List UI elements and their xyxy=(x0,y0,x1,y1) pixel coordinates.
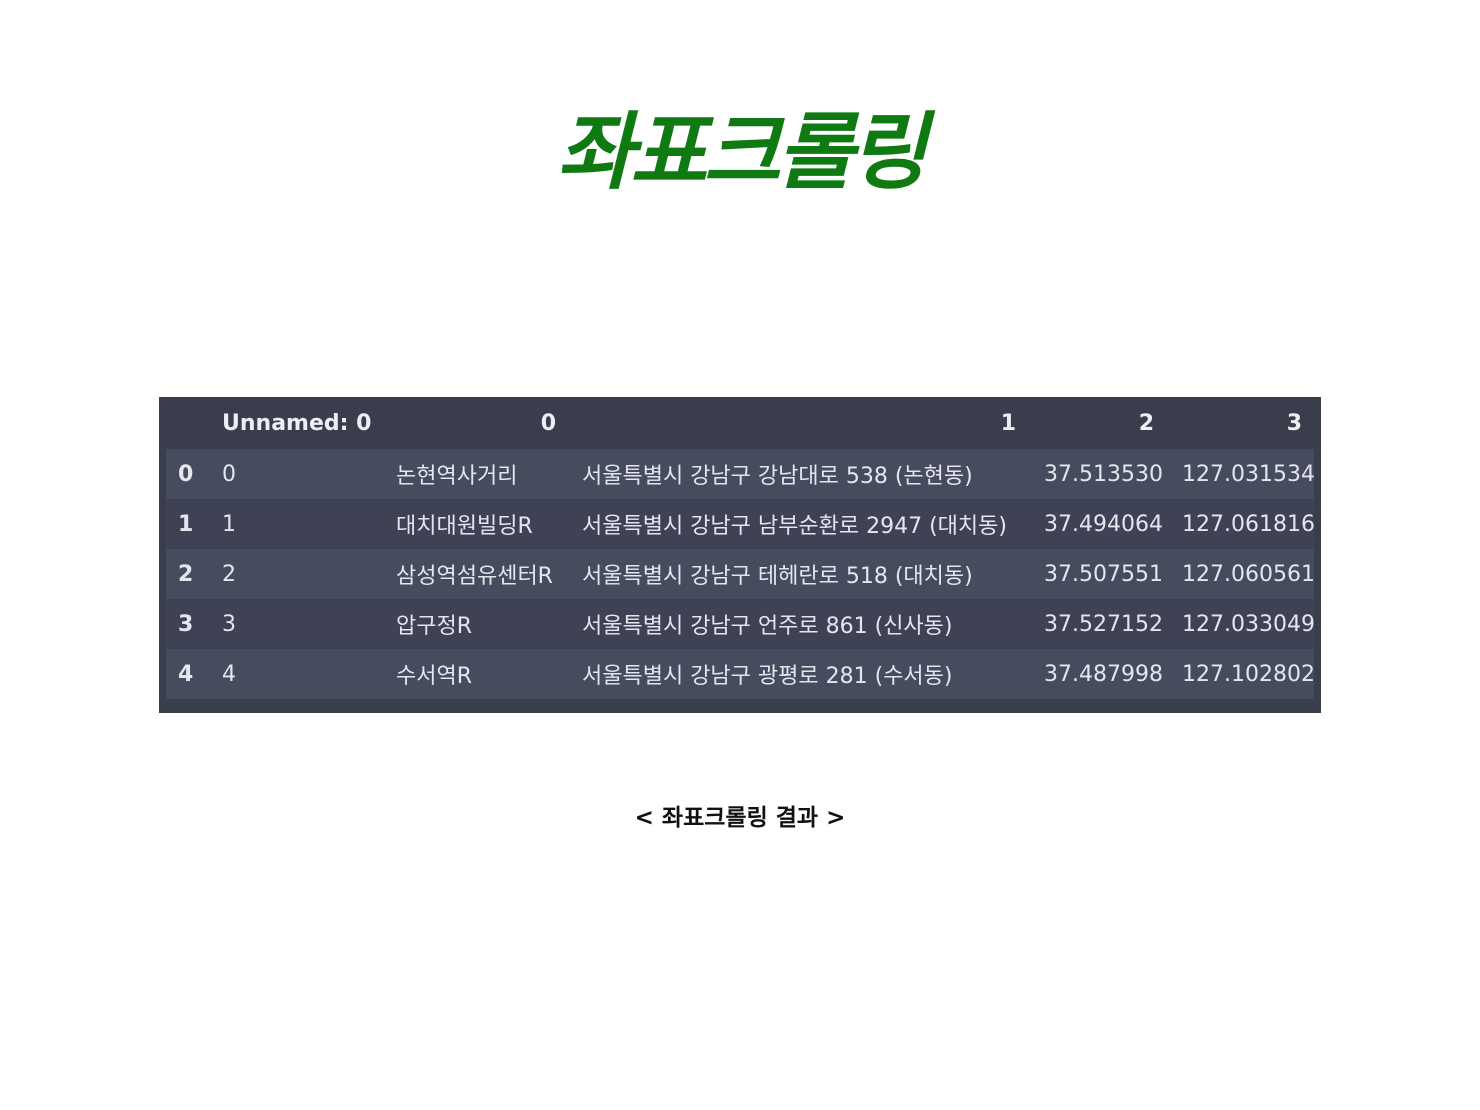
cell-station-name: 논현역사거리 xyxy=(396,464,518,489)
header-row: Unnamed: 0 0 1 2 3 xyxy=(166,397,1314,449)
cell-longitude: 127.031534 xyxy=(1182,461,1314,487)
cell-latitude: 37.494064 xyxy=(1044,511,1163,537)
cell-latitude: 37.487998 xyxy=(1044,661,1163,687)
cell-latitude: 37.513530 xyxy=(1044,461,1163,487)
header-unnamed-0: Unnamed: 0 xyxy=(222,410,372,436)
header-col-2: 2 xyxy=(1138,410,1154,436)
row-index: 3 xyxy=(178,611,194,637)
row-index: 4 xyxy=(178,661,194,687)
cell-address: 서울특별시 강남구 언주로 861 (신사동) xyxy=(582,614,953,639)
table-row: 4 4 수서역R 서울특별시 강남구 광평로 281 (수서동) 37.4879… xyxy=(166,649,1314,699)
cell-longitude: 127.061816 xyxy=(1182,511,1314,537)
row-index: 0 xyxy=(178,461,194,487)
table-row: 0 0 논현역사거리 서울특별시 강남구 강남대로 538 (논현동) 37.5… xyxy=(166,449,1314,499)
cell-address: 서울특별시 강남구 광평로 281 (수서동) xyxy=(582,664,953,689)
page-title: 좌표크롤링 xyxy=(556,102,927,201)
dataframe-table-container: Unnamed: 0 0 1 2 3 0 0 논현역사거리 서울특별시 강남구 … xyxy=(159,397,1321,713)
cell-station-name: 삼성역섬유센터R xyxy=(396,564,553,589)
cell-longitude: 127.033049 xyxy=(1182,611,1314,637)
cell-unnamed: 3 xyxy=(222,611,236,637)
header-col-1: 1 xyxy=(1000,410,1016,436)
cell-longitude: 127.060561 xyxy=(1182,561,1314,587)
cell-longitude: 127.102802 xyxy=(1182,661,1314,687)
cell-address: 서울특별시 강남구 테헤란로 518 (대치동) xyxy=(582,564,973,589)
table-row: 1 1 대치대원빌딩R 서울특별시 강남구 남부순환로 2947 (대치동) 3… xyxy=(166,499,1314,549)
table-header: Unnamed: 0 0 1 2 3 xyxy=(166,397,1314,449)
table-body: 0 0 논현역사거리 서울특별시 강남구 강남대로 538 (논현동) 37.5… xyxy=(166,449,1314,699)
header-col-0: 0 xyxy=(540,410,556,436)
cell-latitude: 37.527152 xyxy=(1044,611,1163,637)
cell-latitude: 37.507551 xyxy=(1044,561,1163,587)
cell-station-name: 압구정R xyxy=(396,614,473,639)
cell-unnamed: 2 xyxy=(222,561,236,587)
cell-unnamed: 1 xyxy=(222,511,236,537)
header-col-3: 3 xyxy=(1286,410,1302,436)
cell-address: 서울특별시 강남구 남부순환로 2947 (대치동) xyxy=(582,514,1007,539)
row-index: 2 xyxy=(178,561,194,587)
figure-caption: < 좌표크롤링 결과 > xyxy=(634,805,846,831)
cell-address: 서울특별시 강남구 강남대로 538 (논현동) xyxy=(582,464,973,489)
cell-unnamed: 4 xyxy=(222,661,236,687)
table-row: 2 2 삼성역섬유센터R 서울특별시 강남구 테헤란로 518 (대치동) 37… xyxy=(166,549,1314,599)
header-index-corner xyxy=(166,397,208,449)
cell-station-name: 수서역R xyxy=(396,664,473,689)
cell-unnamed: 0 xyxy=(222,461,236,487)
table-row: 3 3 압구정R 서울특별시 강남구 언주로 861 (신사동) 37.5271… xyxy=(166,599,1314,649)
cell-station-name: 대치대원빌딩R xyxy=(396,514,533,539)
dataframe-table: Unnamed: 0 0 1 2 3 0 0 논현역사거리 서울특별시 강남구 … xyxy=(166,397,1314,699)
row-index: 1 xyxy=(178,511,194,537)
